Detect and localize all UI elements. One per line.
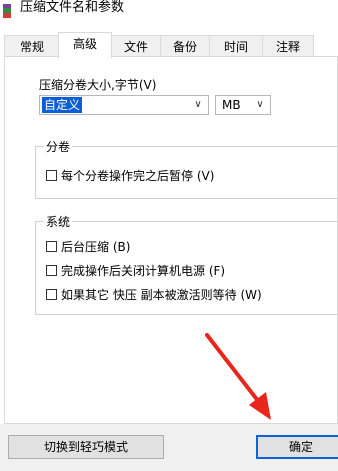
button-bar: 切换到轻巧模式 确定 <box>0 424 338 471</box>
window-title: 压缩文件名和参数 <box>20 0 125 15</box>
shutdown-after-option[interactable]: 完成操作后关闭计算机电源 (F) <box>46 263 225 279</box>
volume-size-value: 自定义 <box>42 97 83 113</box>
pause-after-volume-option[interactable]: 每个分卷操作完之后暂停 (V) <box>46 168 214 184</box>
pause-after-volume-checkbox[interactable] <box>46 170 57 181</box>
volume-size-label: 压缩分卷大小,字节(V) <box>39 78 157 92</box>
tab-time[interactable]: 时间 <box>209 35 263 57</box>
tab-comment[interactable]: 注释 <box>262 35 314 57</box>
background-compress-option[interactable]: 后台压缩 (B) <box>46 239 130 255</box>
chevron-down-icon: ∨ <box>194 99 202 110</box>
tab-bar: 常规 高级 文件 备份 时间 注释 <box>0 32 338 58</box>
volume-group: 分卷 每个分卷操作完之后暂停 (V) <box>35 138 338 199</box>
system-group: 系统 后台压缩 (B) 完成操作后关闭计算机电源 (F) 如果其它 快压 副本被… <box>35 213 338 315</box>
wait-other-copy-option[interactable]: 如果其它 快压 副本被激活则等待 (W) <box>46 287 262 303</box>
volume-group-title: 分卷 <box>44 138 73 155</box>
wait-other-copy-checkbox[interactable] <box>46 289 57 300</box>
advanced-panel: 压缩分卷大小,字节(V) 自定义 ∨ MB ∨ 分卷 每个分卷操作完之后暂停 (… <box>4 56 338 424</box>
wait-other-copy-label: 如果其它 快压 副本被激活则等待 (W) <box>61 288 262 302</box>
volume-size-select[interactable]: 自定义 ∨ <box>39 95 209 115</box>
tab-files[interactable]: 文件 <box>111 35 161 57</box>
system-group-title: 系统 <box>44 213 73 230</box>
tab-advanced[interactable]: 高级 <box>58 32 112 58</box>
ok-button[interactable]: 确定 <box>256 435 338 459</box>
pause-after-volume-label: 每个分卷操作完之后暂停 (V) <box>61 169 215 183</box>
background-compress-checkbox[interactable] <box>46 241 57 252</box>
app-icon <box>3 4 11 18</box>
volume-unit-select[interactable]: MB ∨ <box>215 95 271 115</box>
background-compress-label: 后台压缩 (B) <box>61 240 131 254</box>
title-bar: 压缩文件名和参数 <box>0 0 338 26</box>
switch-mode-button[interactable]: 切换到轻巧模式 <box>8 435 164 459</box>
shutdown-after-checkbox[interactable] <box>46 265 57 276</box>
tab-general[interactable]: 常规 <box>4 35 60 57</box>
tab-backup[interactable]: 备份 <box>160 35 210 57</box>
shutdown-after-label: 完成操作后关闭计算机电源 (F) <box>61 264 226 278</box>
volume-unit-value: MB <box>222 98 241 112</box>
chevron-down-icon: ∨ <box>256 99 264 110</box>
